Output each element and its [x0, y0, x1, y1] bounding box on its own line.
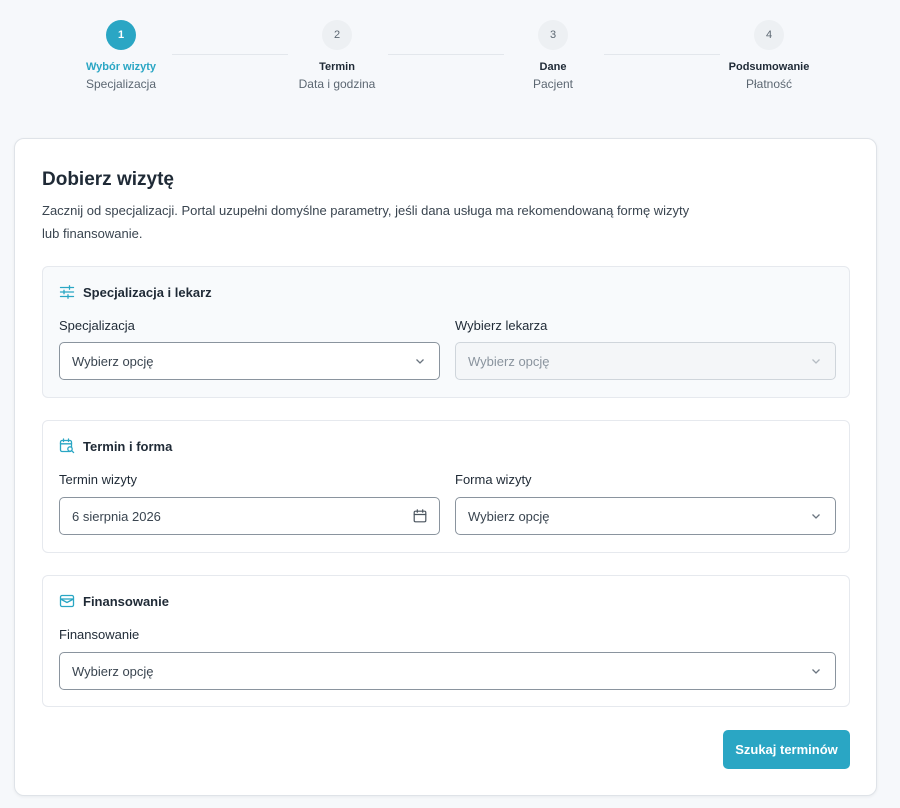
- section-heading: Specjalizacja i lekarz: [83, 284, 212, 300]
- page-title: Dobierz wizytę: [42, 169, 174, 190]
- step-title: Dane: [539, 61, 567, 73]
- sliders-icon: [59, 284, 75, 300]
- calendar-search-icon: [59, 438, 75, 454]
- visit-form-select[interactable]: Wybierz opcję: [455, 497, 836, 535]
- financing-section: Finansowanie Finansowanie Wybierz opcję: [42, 575, 850, 707]
- step-title: Podsumowanie: [728, 61, 810, 73]
- visit-form-card: Dobierz wizytę Zacznij od specjalizacji.…: [14, 138, 877, 796]
- chevron-down-icon: [413, 354, 427, 368]
- step-subtitle: Pacjent: [532, 77, 574, 91]
- doctor-label: Wybierz lekarza: [455, 318, 548, 333]
- step-2[interactable]: 2 Termin Data i godzina: [237, 20, 437, 91]
- date-input[interactable]: 6 sierpnia 2026: [59, 497, 440, 535]
- specialization-select[interactable]: Wybierz opcję: [59, 342, 440, 380]
- section-header: Finansowanie: [59, 593, 169, 609]
- intro-text: Zacznij od specjalizacji. Portal uzupełn…: [42, 203, 690, 241]
- step-subtitle: Specjalizacja: [85, 77, 157, 91]
- section-header: Termin i forma: [59, 438, 172, 454]
- section-heading: Termin i forma: [83, 438, 173, 454]
- search-appointments-button[interactable]: Szukaj terminów: [723, 730, 850, 769]
- term-section: Termin i forma Termin wizyty 6 sierpnia …: [42, 420, 850, 553]
- step-1[interactable]: 1 Wybór wizyty Specjalizacja: [21, 20, 221, 91]
- step-number: 1: [106, 20, 136, 50]
- financing-select-value: Wybierz opcję: [72, 663, 154, 679]
- wallet-icon: [59, 593, 75, 609]
- step-title: Termin: [319, 61, 355, 73]
- financing-label: Finansowanie: [59, 627, 140, 642]
- visit-form-select-value: Wybierz opcję: [468, 508, 550, 524]
- doctor-select-value: Wybierz opcję: [468, 353, 550, 369]
- date-input-value: 6 sierpnia 2026: [72, 508, 161, 524]
- step-4[interactable]: 4 Podsumowanie Płatność: [669, 20, 869, 91]
- step-subtitle: Data i godzina: [298, 77, 376, 91]
- chevron-down-icon: [809, 354, 823, 368]
- step-title: Wybór wizyty: [85, 61, 157, 73]
- visit-form-label: Forma wizyty: [455, 472, 532, 487]
- doctor-select[interactable]: Wybierz opcję: [455, 342, 836, 380]
- step-number: 4: [754, 20, 784, 50]
- progress-stepper: 1 Wybór wizyty Specjalizacja 2 Termin Da…: [0, 0, 900, 110]
- section-heading: Finansowanie: [83, 593, 169, 609]
- calendar-icon[interactable]: [413, 509, 427, 523]
- step-subtitle: Płatność: [745, 77, 793, 91]
- specialization-section: Specjalizacja i lekarz Specjalizacja Wyb…: [42, 266, 850, 398]
- step-number: 3: [538, 20, 568, 50]
- chevron-down-icon: [809, 509, 823, 523]
- step-number: 2: [322, 20, 352, 50]
- date-label: Termin wizyty: [59, 472, 138, 487]
- specialization-label: Specjalizacja: [59, 318, 135, 333]
- chevron-down-icon: [809, 664, 823, 678]
- financing-select[interactable]: Wybierz opcję: [59, 652, 836, 690]
- step-3[interactable]: 3 Dane Pacjent: [453, 20, 653, 91]
- specialization-select-value: Wybierz opcję: [72, 353, 154, 369]
- section-header: Specjalizacja i lekarz: [59, 284, 212, 300]
